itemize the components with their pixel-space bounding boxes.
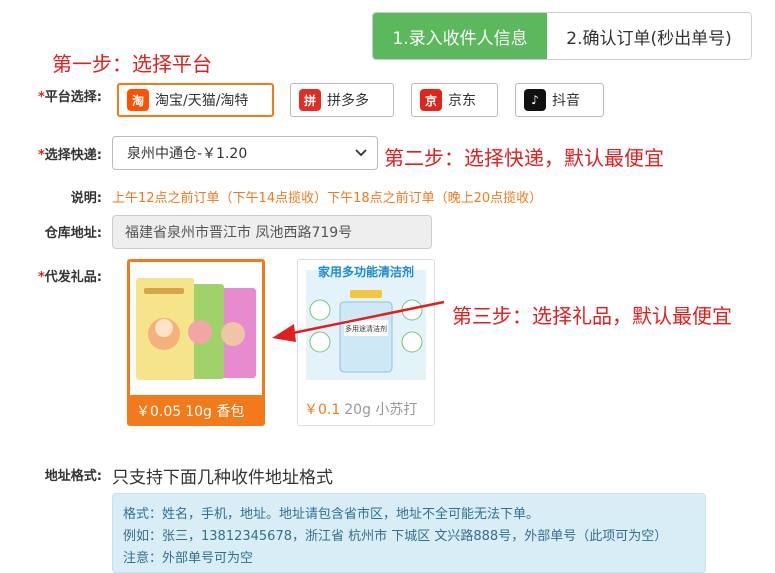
- douyin-icon: ♪: [524, 89, 546, 111]
- gift-banner-text: 家用多功能清洁剂: [317, 265, 414, 279]
- gift-card-sachet[interactable]: ￥0.05 10g 香包: [127, 259, 265, 426]
- address-format-desc: 只支持下面几种收件地址格式: [112, 468, 333, 488]
- gift-name: 10g 香包: [185, 403, 245, 420]
- info-line-note: 注意：外部单号可为空: [123, 551, 254, 566]
- address-format-label: 地址格式:: [44, 469, 102, 484]
- step-tabs: 1.录入收件人信息 2.确认订单(秒出单号): [372, 12, 752, 60]
- info-line-format: 格式：姓名，手机，地址。地址请包含省市区，地址不全可能无法下单。: [123, 507, 540, 522]
- step-tab-2[interactable]: 2.确认订单(秒出单号): [547, 13, 751, 59]
- description-text: 上午12点之前订单（下午14点揽收）下午18点之前订单（晚上20点揽收）: [112, 191, 543, 206]
- warehouse-label: 仓库地址:: [44, 226, 102, 241]
- step-one-note: 第一步：选择平台: [52, 52, 212, 76]
- platform-option-douyin[interactable]: ♪ 抖音: [515, 83, 604, 117]
- gift-caption: ￥0.1 20g 小苏打: [298, 393, 434, 424]
- express-select[interactable]: 泉州中通仓-￥1.20: [112, 136, 378, 170]
- annotation-arrow-icon: [272, 300, 445, 342]
- warehouse-address-field: 福建省泉州市晋江市 凤池西路719号: [112, 215, 432, 249]
- platform-option-taobao[interactable]: 淘 淘宝/天猫/淘特: [117, 83, 274, 117]
- taobao-icon: 淘: [127, 89, 149, 111]
- platform-option-label: 淘宝/天猫/淘特: [155, 93, 249, 109]
- gift-caption: ￥0.05 10g 香包: [130, 395, 262, 423]
- express-selected-value: 泉州中通仓-￥1.20: [127, 146, 248, 162]
- gift-name: 20g 小苏打: [344, 401, 418, 418]
- description-label: 说明:: [70, 191, 102, 206]
- step-tab-1[interactable]: 1.录入收件人信息: [373, 13, 547, 59]
- platform-option-label: 拼多多: [327, 93, 369, 109]
- step-three-note: 第三步：选择礼品，默认最便宜: [452, 304, 732, 328]
- platform-option-jd[interactable]: 京 京东: [411, 83, 498, 117]
- platform-option-label: 抖音: [552, 93, 580, 109]
- gift-label: *代发礼品:: [37, 270, 102, 285]
- chevron-down-icon: [355, 147, 367, 160]
- jd-icon: 京: [420, 89, 442, 111]
- express-label: *选择快递:: [37, 148, 102, 163]
- platform-option-label: 京东: [448, 93, 476, 109]
- pinduoduo-icon: 拼: [299, 89, 321, 111]
- gift-price: ￥0.05: [136, 403, 182, 420]
- platform-label: *平台选择:: [37, 90, 102, 105]
- step-two-note: 第二步：选择快递，默认最便宜: [384, 146, 664, 170]
- info-line-example: 例如：张三，13812345678，浙江省 杭州市 下城区 文兴路888号，外部…: [123, 529, 668, 544]
- gift-image-sachet: [130, 262, 262, 395]
- platform-option-pinduoduo[interactable]: 拼 拼多多: [290, 83, 394, 117]
- gift-price: ￥0.1: [304, 401, 341, 418]
- address-format-info: 格式：姓名，手机，地址。地址请包含省市区，地址不全可能无法下单。 例如：张三，1…: [112, 493, 706, 573]
